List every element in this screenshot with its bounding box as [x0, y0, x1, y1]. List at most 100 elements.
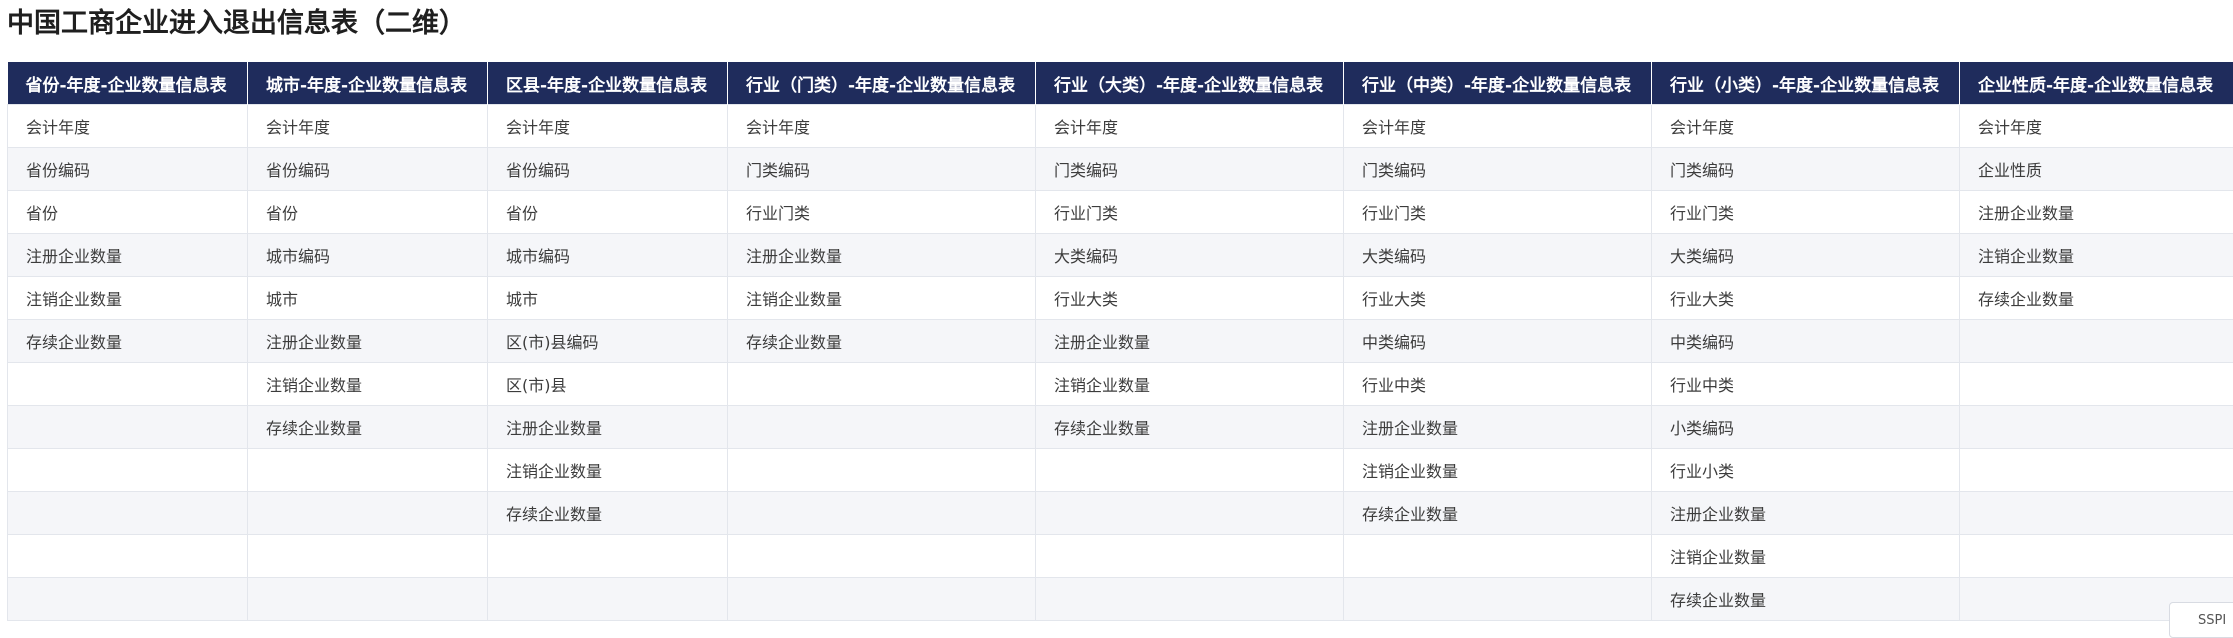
- table-cell: 省份编码: [8, 148, 248, 191]
- table-cell: [728, 492, 1036, 535]
- table-cell: 省份编码: [488, 148, 728, 191]
- table-cell: 注册企业数量: [728, 234, 1036, 277]
- table-cell: [488, 535, 728, 578]
- table-cell: 注销企业数量: [1960, 234, 2233, 277]
- column-header: 行业（门类）-年度-企业数量信息表: [728, 62, 1036, 105]
- table-cell: [8, 492, 248, 535]
- table-cell: [1960, 535, 2233, 578]
- table-cell: 存续企业数量: [1652, 578, 1960, 621]
- table-cell: 大类编码: [1344, 234, 1652, 277]
- table-cell: [1344, 578, 1652, 621]
- table-cell: 行业门类: [1652, 191, 1960, 234]
- table-cell: 行业门类: [1344, 191, 1652, 234]
- info-table-container: 省份-年度-企业数量信息表城市-年度-企业数量信息表区县-年度-企业数量信息表行…: [7, 62, 2233, 621]
- table-row: 省份省份省份行业门类行业门类行业门类行业门类注册企业数量: [8, 191, 2233, 234]
- table-cell: 存续企业数量: [728, 320, 1036, 363]
- table-cell: 省份: [248, 191, 488, 234]
- table-cell: [8, 535, 248, 578]
- table-cell: [1036, 578, 1344, 621]
- table-cell: 大类编码: [1652, 234, 1960, 277]
- table-cell: 会计年度: [1036, 105, 1344, 148]
- table-cell: 会计年度: [8, 105, 248, 148]
- table-cell: [1960, 363, 2233, 406]
- table-body: 会计年度会计年度会计年度会计年度会计年度会计年度会计年度会计年度省份编码省份编码…: [8, 105, 2233, 621]
- table-cell: [728, 406, 1036, 449]
- table-header-row: 省份-年度-企业数量信息表城市-年度-企业数量信息表区县-年度-企业数量信息表行…: [8, 62, 2233, 105]
- table-cell: [728, 363, 1036, 406]
- table-row: 存续企业数量存续企业数量注册企业数量: [8, 492, 2233, 535]
- table-cell: [248, 492, 488, 535]
- table-cell: 注销企业数量: [1344, 449, 1652, 492]
- table-cell: 注销企业数量: [1652, 535, 1960, 578]
- table-cell: 城市: [248, 277, 488, 320]
- table-cell: 注册企业数量: [1344, 406, 1652, 449]
- table-cell: 城市: [488, 277, 728, 320]
- table-row: 会计年度会计年度会计年度会计年度会计年度会计年度会计年度会计年度: [8, 105, 2233, 148]
- table-cell: [1344, 535, 1652, 578]
- column-header: 省份-年度-企业数量信息表: [8, 62, 248, 105]
- table-cell: [728, 449, 1036, 492]
- info-table: 省份-年度-企业数量信息表城市-年度-企业数量信息表区县-年度-企业数量信息表行…: [7, 62, 2233, 621]
- table-cell: 区(市)县: [488, 363, 728, 406]
- column-header: 行业（中类）-年度-企业数量信息表: [1344, 62, 1652, 105]
- table-cell: 小类编码: [1652, 406, 1960, 449]
- table-cell: 城市编码: [248, 234, 488, 277]
- table-cell: 门类编码: [1036, 148, 1344, 191]
- table-row: 注销企业数量城市城市注销企业数量行业大类行业大类行业大类存续企业数量: [8, 277, 2233, 320]
- table-row: 注销企业数量注销企业数量行业小类: [8, 449, 2233, 492]
- table-cell: 会计年度: [248, 105, 488, 148]
- table-cell: [8, 363, 248, 406]
- table-cell: 门类编码: [728, 148, 1036, 191]
- table-cell: 注销企业数量: [248, 363, 488, 406]
- table-cell: [1960, 406, 2233, 449]
- table-cell: 注册企业数量: [1036, 320, 1344, 363]
- table-row: 注销企业数量: [8, 535, 2233, 578]
- table-cell: 注销企业数量: [1036, 363, 1344, 406]
- table-cell: 存续企业数量: [1036, 406, 1344, 449]
- table-cell: 企业性质: [1960, 148, 2233, 191]
- table-cell: 城市编码: [488, 234, 728, 277]
- table-cell: 注销企业数量: [8, 277, 248, 320]
- column-header: 行业（小类）-年度-企业数量信息表: [1652, 62, 1960, 105]
- table-cell: [8, 406, 248, 449]
- table-cell: 中类编码: [1652, 320, 1960, 363]
- table-cell: 省份编码: [248, 148, 488, 191]
- table-cell: 存续企业数量: [8, 320, 248, 363]
- table-cell: 行业门类: [728, 191, 1036, 234]
- table-cell: [1960, 492, 2233, 535]
- table-cell: [1036, 535, 1344, 578]
- table-cell: 省份: [488, 191, 728, 234]
- table-cell: 省份: [8, 191, 248, 234]
- corner-badge[interactable]: SSPI: [2169, 602, 2233, 638]
- table-cell: 行业大类: [1036, 277, 1344, 320]
- table-row: 存续企业数量: [8, 578, 2233, 621]
- column-header: 行业（大类）-年度-企业数量信息表: [1036, 62, 1344, 105]
- table-cell: [1036, 449, 1344, 492]
- table-cell: [248, 449, 488, 492]
- page-title: 中国工商企业进入退出信息表（二维）: [7, 4, 466, 44]
- table-cell: 注册企业数量: [8, 234, 248, 277]
- table-cell: 会计年度: [488, 105, 728, 148]
- table-cell: 行业门类: [1036, 191, 1344, 234]
- table-cell: 区(市)县编码: [488, 320, 728, 363]
- table-cell: 门类编码: [1652, 148, 1960, 191]
- table-cell: 行业大类: [1344, 277, 1652, 320]
- table-cell: 大类编码: [1036, 234, 1344, 277]
- table-cell: 存续企业数量: [488, 492, 728, 535]
- table-cell: 会计年度: [728, 105, 1036, 148]
- table-cell: [1960, 449, 2233, 492]
- table-row: 存续企业数量注册企业数量区(市)县编码存续企业数量注册企业数量中类编码中类编码: [8, 320, 2233, 363]
- table-row: 注销企业数量区(市)县注销企业数量行业中类行业中类: [8, 363, 2233, 406]
- table-cell: 注销企业数量: [728, 277, 1036, 320]
- table-cell: 存续企业数量: [1960, 277, 2233, 320]
- column-header: 企业性质-年度-企业数量信息表: [1960, 62, 2233, 105]
- table-cell: [8, 578, 248, 621]
- table-cell: 行业小类: [1652, 449, 1960, 492]
- table-cell: 会计年度: [1652, 105, 1960, 148]
- table-cell: 会计年度: [1960, 105, 2233, 148]
- table-cell: [1960, 320, 2233, 363]
- table-cell: [248, 578, 488, 621]
- table-cell: [248, 535, 488, 578]
- table-row: 注册企业数量城市编码城市编码注册企业数量大类编码大类编码大类编码注销企业数量: [8, 234, 2233, 277]
- table-cell: [728, 535, 1036, 578]
